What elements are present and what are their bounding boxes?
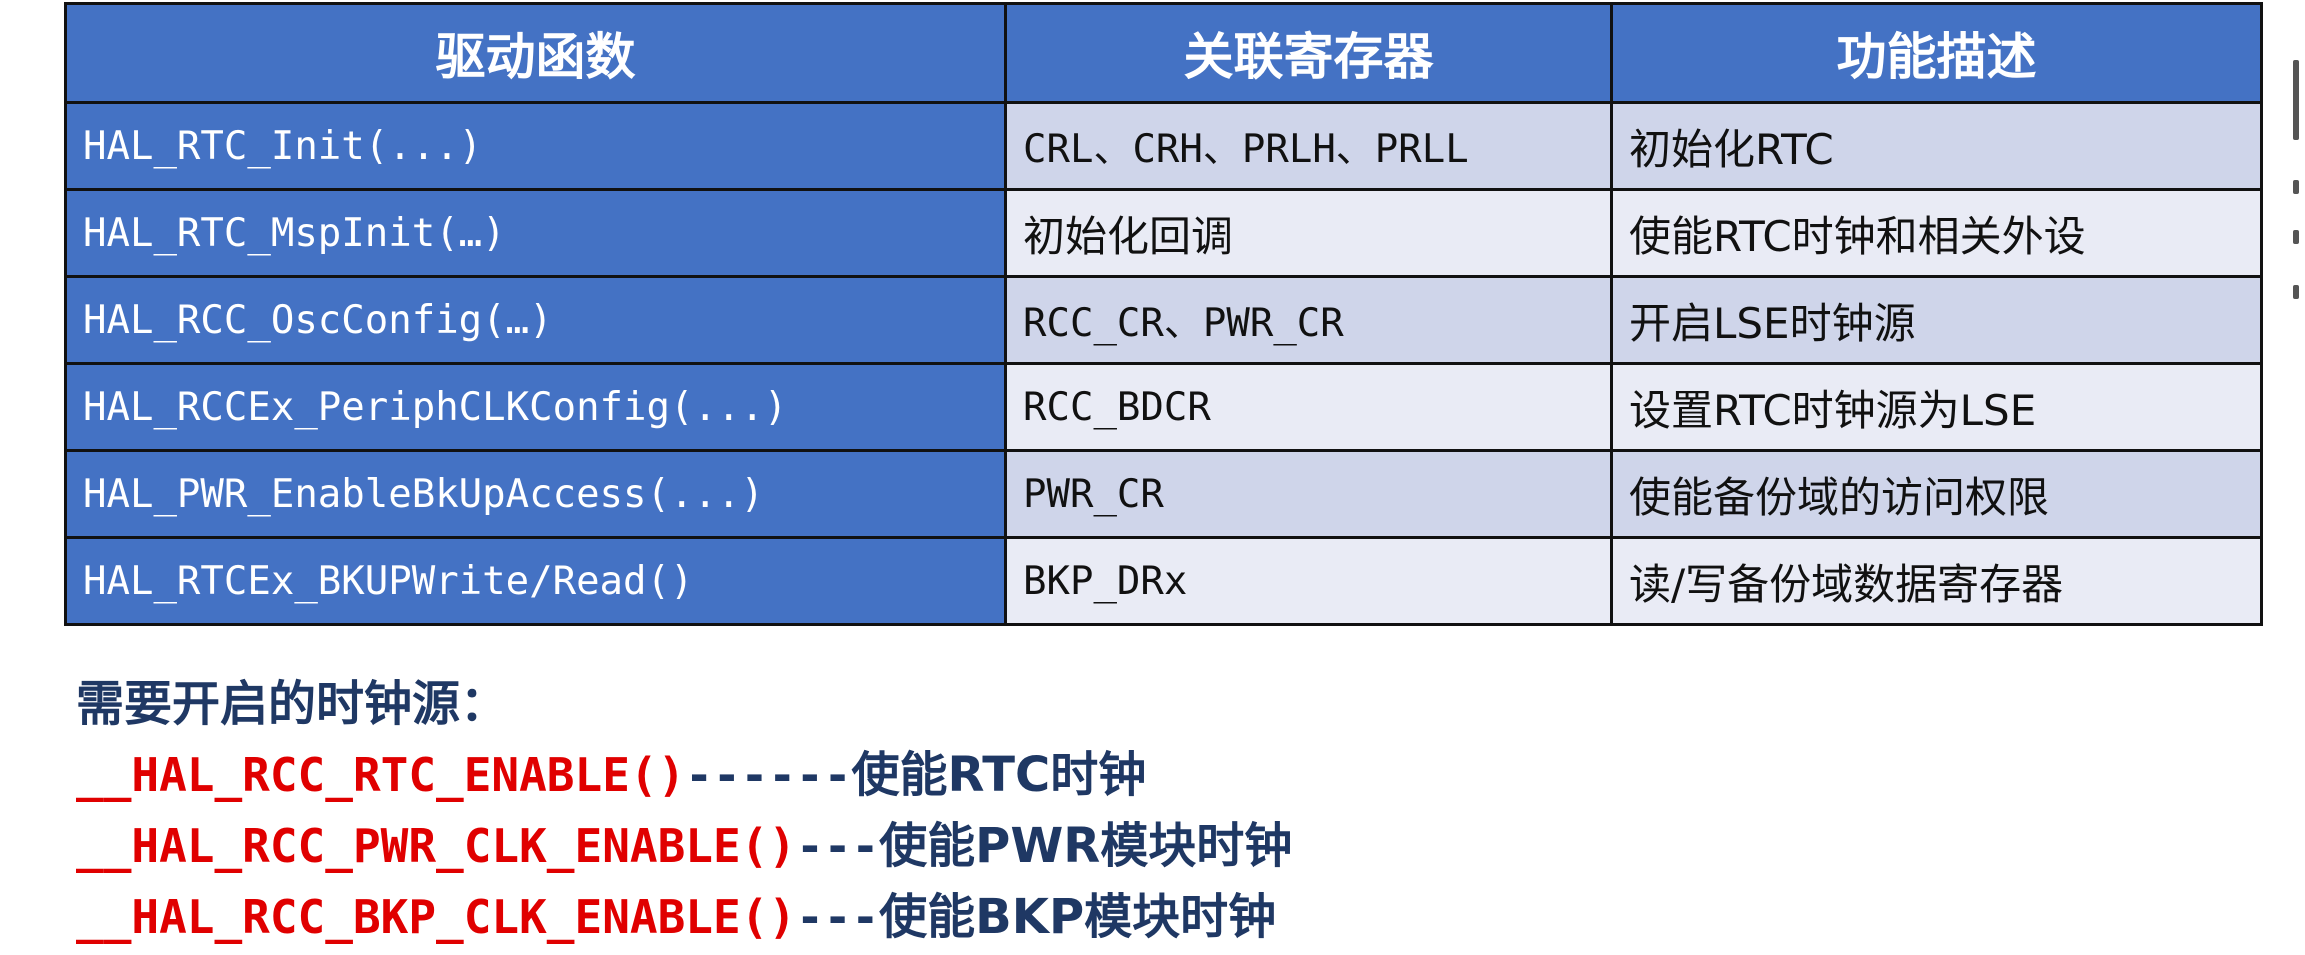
- function-cell: HAL_RTC_Init(...): [64, 101, 1007, 191]
- register-cell: 初始化回调: [1004, 188, 1613, 278]
- header-function-description: 功能描述: [1610, 2, 2263, 104]
- clock-macro: __HAL_RCC_PWR_CLK_ENABLE(): [76, 819, 797, 873]
- header-driver-function: 驱动函数: [64, 2, 1007, 104]
- clock-macro: __HAL_RCC_BKP_CLK_ENABLE(): [76, 890, 797, 944]
- clock-separator: ---: [796, 819, 880, 873]
- description-cell: 使能RTC时钟和相关外设: [1610, 188, 2263, 278]
- table-header-row: 驱动函数 关联寄存器 功能描述: [64, 2, 2263, 104]
- register-cell: PWR_CR: [1004, 449, 1613, 539]
- edge-decoration: [2291, 60, 2301, 320]
- register-cell: RCC_CR、PWR_CR: [1004, 275, 1613, 365]
- function-cell: HAL_RCC_OscConfig(…): [64, 275, 1007, 365]
- description-cell: 设置RTC时钟源为LSE: [1610, 362, 2263, 452]
- clock-macro: __HAL_RCC_RTC_ENABLE(): [76, 748, 686, 802]
- clock-enable-line: __HAL_RCC_RTC_ENABLE()------使能RTC时钟: [76, 740, 1376, 811]
- table-row: HAL_RCCEx_PeriphCLKConfig(...) RCC_BDCR …: [64, 362, 2263, 452]
- function-cell: HAL_RTC_MspInit(…): [64, 188, 1007, 278]
- clock-description: 使能BKP模块时钟: [879, 889, 1277, 945]
- description-cell: 读/写备份域数据寄存器: [1610, 536, 2263, 626]
- register-table: 驱动函数 关联寄存器 功能描述 HAL_RTC_Init(...) CRL、CR…: [64, 2, 2263, 626]
- clock-separator: ------: [685, 748, 852, 802]
- clock-description: 使能RTC时钟: [851, 747, 1147, 803]
- table-row: HAL_RTC_MspInit(…) 初始化回调 使能RTC时钟和相关外设: [64, 188, 2263, 278]
- description-cell: 初始化RTC: [1610, 101, 2263, 191]
- register-cell: RCC_BDCR: [1004, 362, 1613, 452]
- clock-separator: ---: [796, 890, 880, 944]
- function-cell: HAL_RTCEx_BKUPWrite/Read(): [64, 536, 1007, 626]
- clock-source-notes: 需要开启的时钟源： __HAL_RCC_RTC_ENABLE()------使能…: [76, 668, 1376, 953]
- table-row: HAL_RTC_Init(...) CRL、CRH、PRLH、PRLL 初始化R…: [64, 101, 2263, 191]
- function-cell: HAL_RCCEx_PeriphCLKConfig(...): [64, 362, 1007, 452]
- clock-enable-line: __HAL_RCC_PWR_CLK_ENABLE()---使能PWR模块时钟: [76, 811, 1376, 882]
- table-row: HAL_PWR_EnableBkUpAccess(...) PWR_CR 使能备…: [64, 449, 2263, 539]
- clock-enable-line: __HAL_RCC_BKP_CLK_ENABLE()---使能BKP模块时钟: [76, 882, 1376, 953]
- register-cell: CRL、CRH、PRLH、PRLL: [1004, 101, 1613, 191]
- clock-description: 使能PWR模块时钟: [879, 818, 1293, 874]
- table-row: HAL_RTCEx_BKUPWrite/Read() BKP_DRx 读/写备份…: [64, 536, 2263, 626]
- table-row: HAL_RCC_OscConfig(…) RCC_CR、PWR_CR 开启LSE…: [64, 275, 2263, 365]
- description-cell: 使能备份域的访问权限: [1610, 449, 2263, 539]
- header-related-register: 关联寄存器: [1004, 2, 1613, 104]
- notes-title: 需要开启的时钟源：: [76, 676, 509, 732]
- register-cell: BKP_DRx: [1004, 536, 1613, 626]
- function-cell: HAL_PWR_EnableBkUpAccess(...): [64, 449, 1007, 539]
- description-cell: 开启LSE时钟源: [1610, 275, 2263, 365]
